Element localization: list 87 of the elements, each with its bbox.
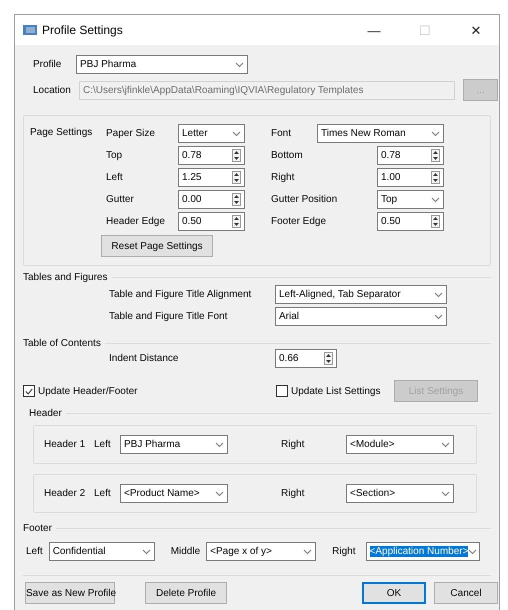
chevron-icon — [235, 62, 244, 68]
checkbox-label: Update List Settings — [291, 386, 380, 396]
section-heading: Table of Contents — [23, 338, 101, 349]
spin-field[interactable]: 1.25 — [178, 168, 245, 187]
section-heading: Footer — [23, 523, 52, 534]
dropdown[interactable]: <Module> — [346, 435, 454, 454]
checkbox-box[interactable] — [276, 385, 288, 397]
dropdown[interactable]: Left-Aligned, Tab Separator — [275, 285, 447, 304]
field-label: Location — [33, 84, 71, 96]
field-label: Right — [331, 546, 357, 557]
dialog-button[interactable]: Delete Profile — [145, 582, 227, 604]
spin-arrows-icon — [232, 215, 241, 228]
profile-dropdown[interactable]: PBJ Pharma — [76, 55, 248, 74]
chevron-icon — [468, 548, 478, 554]
dropdown[interactable]: Arial — [275, 307, 447, 326]
section-heading: Header — [28, 408, 62, 419]
window-icon — [23, 25, 37, 35]
spin-field[interactable]: 0.50 — [178, 212, 245, 231]
dropdown[interactable]: <Section> — [346, 484, 454, 503]
reset-button[interactable]: Reset Page Settings — [101, 235, 213, 257]
spin-field[interactable]: 1.00 — [377, 168, 444, 187]
dialog-button[interactable]: Cancel — [434, 582, 498, 604]
checkbox-label: Update Header/Footer — [38, 386, 138, 396]
spin-field[interactable]: 0.00 — [178, 190, 245, 209]
field-label: Header Edge — [106, 216, 166, 227]
dropdown[interactable]: PBJ Pharma — [120, 435, 228, 454]
close-button[interactable]: ✕ — [453, 22, 499, 38]
field-label: Top — [106, 150, 124, 161]
field-label: Right — [280, 488, 306, 499]
checkbox[interactable]: Update Header/Footer — [23, 385, 276, 397]
window-title: Profile Settings — [42, 23, 124, 37]
dropdown[interactable]: Top — [377, 190, 444, 209]
field-label: Table and Figure Title Alignment — [109, 289, 252, 300]
dropdown[interactable]: Times New Roman — [317, 124, 444, 143]
field-label: Right — [280, 439, 306, 450]
chevron-icon — [215, 490, 224, 496]
spin-field[interactable]: 0.66 — [275, 349, 337, 368]
dialog-button[interactable]: OK — [362, 582, 426, 604]
field-label: Bottom — [271, 150, 303, 161]
chevron-icon — [232, 130, 241, 136]
field-label: Right — [271, 172, 294, 183]
field-label: Paper Size — [106, 128, 156, 139]
field-label: Header 2 — [44, 488, 86, 499]
chevron-icon — [431, 196, 440, 202]
spin-arrows-icon — [431, 149, 440, 162]
chevron-icon — [441, 442, 450, 448]
dropdown[interactable]: <Product Name> — [120, 484, 228, 503]
field-label: Left — [94, 488, 112, 499]
chevron-icon — [303, 548, 312, 554]
field-label: Gutter — [106, 194, 135, 205]
field-label: Middle — [170, 546, 202, 557]
spin-arrows-icon — [431, 215, 440, 228]
dropdown[interactable]: Confidential — [48, 542, 155, 561]
field-label: Footer Edge — [271, 216, 326, 227]
field-label: Profile — [33, 59, 62, 70]
spin-field[interactable]: 0.78 — [178, 146, 245, 165]
field-label: Left — [94, 439, 112, 450]
field-label: Gutter Position — [271, 194, 338, 205]
field-label: Font — [271, 128, 292, 139]
group-label: Page Settings — [30, 126, 94, 138]
spin-field[interactable]: 0.50 — [377, 212, 444, 231]
spin-arrows-icon — [232, 171, 241, 184]
chevron-icon — [431, 130, 440, 136]
chevron-icon — [142, 548, 151, 554]
minimize-button[interactable]: — — [351, 22, 397, 38]
chevron-icon — [215, 442, 224, 448]
spin-arrows-icon — [232, 193, 241, 206]
dialog-button[interactable]: Save as New Profile — [25, 582, 115, 604]
field-label: Indent Distance — [109, 353, 180, 364]
spin-field[interactable]: 0.78 — [377, 146, 444, 165]
spin-arrows-icon — [232, 149, 241, 162]
checkbox[interactable]: Update List Settings — [276, 385, 394, 397]
field-label: Left — [25, 546, 44, 557]
chevron-icon — [434, 292, 443, 298]
field-label: Header 1 — [44, 439, 86, 450]
check-icon — [25, 388, 33, 394]
spin-arrows-icon — [324, 352, 333, 365]
dropdown[interactable]: Letter — [178, 124, 245, 143]
chevron-icon — [441, 490, 450, 496]
section-heading: Tables and Figures — [23, 272, 108, 283]
dropdown[interactable]: <Application Number> — [366, 542, 480, 561]
chevron-icon — [434, 314, 443, 320]
field-label: Table and Figure Title Font — [109, 311, 228, 322]
checkbox-box[interactable] — [23, 385, 35, 397]
field-label: Left — [106, 172, 124, 183]
spin-arrows-icon — [431, 171, 440, 184]
dropdown[interactable]: <Page x of y> — [206, 542, 316, 561]
